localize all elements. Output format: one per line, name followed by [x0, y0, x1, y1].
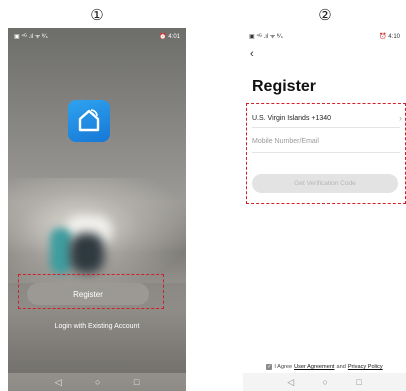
status-right: ⏰ 4:01: [159, 33, 180, 40]
system-nav-bar: ◁ ○ □: [8, 373, 186, 391]
status-left: ▣ ⁴ᴳ .ıl ᯤ ᴷ⁄ₛ: [14, 34, 48, 40]
step-number-2: ②: [318, 6, 332, 24]
get-verification-code-button[interactable]: Get Verification Code: [252, 174, 398, 193]
page-title: Register: [252, 78, 317, 95]
status-right: ⏰ 4:10: [379, 33, 400, 40]
mobile-email-placeholder: Mobile Number/Email: [252, 138, 319, 145]
mobile-email-input[interactable]: Mobile Number/Email: [252, 138, 402, 145]
status-bar: ▣ ⁴ᴳ .ıl ᯤ ᴷ⁄ₛ ⏰ 4:10: [243, 28, 406, 44]
agree-prefix: I Agree: [274, 364, 293, 370]
home-nav-icon[interactable]: ○: [95, 377, 100, 387]
user-agreement-link[interactable]: User Agreement: [294, 364, 334, 370]
agreement-checkbox[interactable]: ✓: [266, 364, 273, 370]
system-nav-bar: ◁ ○ □: [243, 373, 406, 391]
divider: [252, 127, 400, 128]
back-nav-icon[interactable]: ◁: [287, 377, 294, 387]
home-nav-icon[interactable]: ○: [323, 377, 328, 387]
agreement-row: ✓ I Agree User Agreement and Privacy Pol…: [243, 364, 406, 370]
screenshot-page: ① ② ▣ ⁴ᴳ .ıl ᯤ ᴷ⁄ₛ ⏰ 4:01 Register Login…: [0, 0, 406, 391]
house-wifi-icon: [78, 109, 100, 132]
phone-screen-register: ▣ ⁴ᴳ .ıl ᯤ ᴷ⁄ₛ ⏰ 4:10 ‹ Register U.S. Vi…: [243, 28, 406, 391]
login-existing-account-link[interactable]: Login with Existing Account: [8, 323, 186, 330]
phone-screen-welcome: ▣ ⁴ᴳ .ıl ᯤ ᴷ⁄ₛ ⏰ 4:01 Register Login wit…: [8, 28, 186, 391]
agree-and: and: [336, 364, 346, 370]
background-image: [50, 228, 72, 274]
back-nav-icon[interactable]: ◁: [55, 377, 62, 387]
privacy-policy-link[interactable]: Privacy Policy: [348, 364, 383, 370]
status-bar: ▣ ⁴ᴳ .ıl ᯤ ᴷ⁄ₛ ⏰ 4:01: [8, 28, 186, 44]
chevron-right-icon: ›: [399, 113, 402, 123]
recent-apps-nav-icon[interactable]: □: [134, 377, 139, 387]
back-arrow-icon[interactable]: ‹: [250, 48, 254, 60]
country-value: U.S. Virgin Islands +1340: [252, 114, 332, 122]
smart-home-app-icon: [68, 100, 110, 142]
country-selector[interactable]: U.S. Virgin Islands +1340 ›: [252, 113, 402, 123]
status-left: ▣ ⁴ᴳ .ıl ᯤ ᴷ⁄ₛ: [249, 34, 283, 40]
recent-apps-nav-icon[interactable]: □: [356, 377, 361, 387]
highlight-box: [18, 274, 164, 309]
background-image: [70, 233, 104, 273]
divider: [252, 152, 400, 153]
step-number-1: ①: [90, 6, 104, 24]
